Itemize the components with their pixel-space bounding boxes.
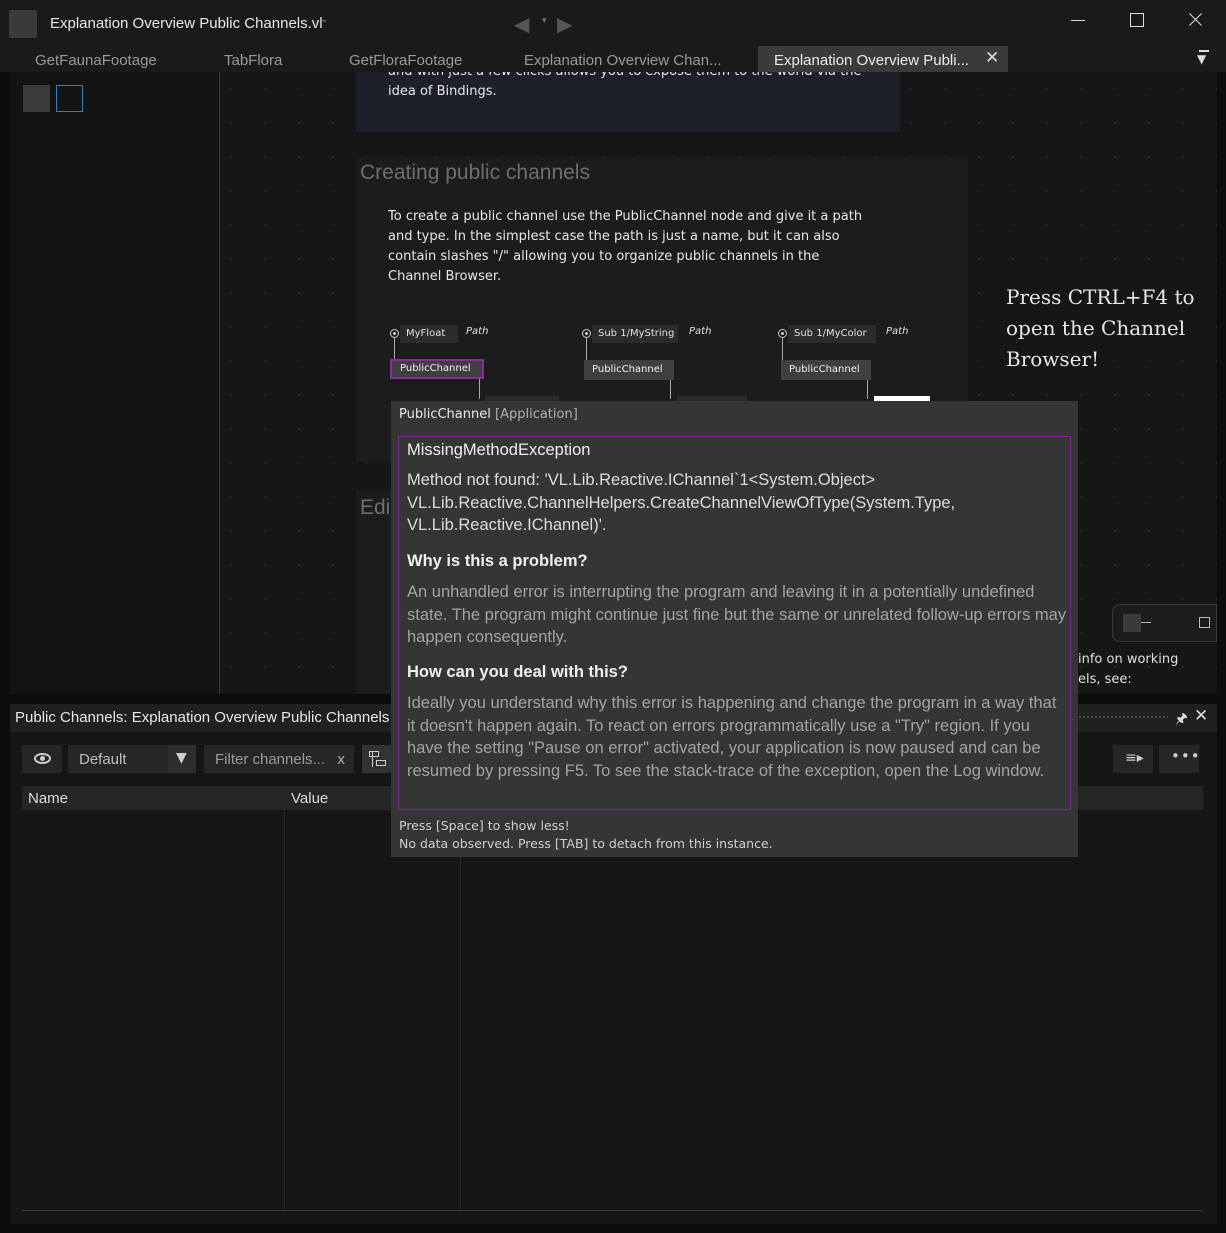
path-label: Path bbox=[689, 326, 712, 337]
tab-getfaunafootage[interactable]: GetFaunaFootage bbox=[35, 46, 157, 72]
pin-icon[interactable]: 🖈 bbox=[1175, 708, 1188, 732]
link bbox=[586, 338, 587, 360]
publicchannel-node-error[interactable]: PublicChannel bbox=[390, 359, 484, 379]
publicchannel-node[interactable]: PublicChannel bbox=[584, 360, 674, 380]
path-iobox[interactable]: Sub 1/MyColor bbox=[788, 325, 876, 343]
tree-icon bbox=[369, 751, 386, 767]
tab-close-icon[interactable]: ✕ bbox=[985, 48, 999, 68]
editing-comment: Edi bbox=[356, 490, 396, 694]
filter-channels-input[interactable] bbox=[204, 745, 354, 773]
tab-explanation-overview-channels[interactable]: Explanation Overview Chan... bbox=[524, 46, 722, 72]
column-divider[interactable] bbox=[284, 810, 285, 1210]
tree-view-button[interactable] bbox=[362, 745, 392, 773]
minimize-icon[interactable] bbox=[1066, 9, 1090, 31]
playlist-button[interactable]: ≡▸ bbox=[1113, 745, 1153, 773]
back-arrow-icon[interactable]: ◀ bbox=[514, 12, 529, 36]
tooltip-footer: No data observed. Press [TAB] to detach … bbox=[399, 836, 773, 851]
forward-arrow-icon[interactable]: ▶ bbox=[557, 12, 572, 36]
info-line: els, see: bbox=[1078, 672, 1132, 687]
info-line: info on working bbox=[1078, 652, 1179, 667]
left-panel bbox=[10, 72, 220, 694]
link bbox=[394, 338, 395, 360]
tabs-menu-icon[interactable]: ▼ bbox=[1197, 52, 1206, 66]
error-frame: MissingMethodException Method not found:… bbox=[398, 436, 1071, 810]
how-text: Ideally you understand why this error is… bbox=[407, 694, 1057, 780]
tab-getflorafootage[interactable]: GetFloraFootage bbox=[349, 46, 462, 72]
channel-browser-hint: Press CTRL+F4 to open the Channel Browse… bbox=[1006, 285, 1195, 371]
close-icon[interactable] bbox=[1183, 9, 1207, 31]
document-title[interactable]: Explanation Overview Public Channels.vl bbox=[50, 15, 323, 32]
minimize-icon[interactable] bbox=[1141, 622, 1151, 623]
tooltip-node-name: PublicChannel bbox=[399, 407, 491, 422]
section-heading: Creating public channels bbox=[360, 161, 590, 184]
column-header-value[interactable]: Value bbox=[291, 790, 328, 807]
exception-message: Method not found: 'VL.Lib.Reactive.IChan… bbox=[407, 471, 956, 534]
visibility-button[interactable] bbox=[22, 745, 62, 773]
tab-label: Explanation Overview Publi... bbox=[774, 52, 970, 69]
floating-mini-window[interactable] bbox=[1112, 604, 1217, 642]
clear-filter-button[interactable]: x bbox=[337, 752, 345, 768]
tab-explanation-overview-public[interactable]: Explanation Overview Publi... bbox=[758, 46, 1008, 72]
tooltip-node-title: PublicChannel [Application] bbox=[399, 407, 578, 422]
selected-swatch-icon[interactable] bbox=[56, 85, 83, 112]
eye-icon bbox=[34, 753, 51, 764]
title-bar: Explanation Overview Public Channels.vl … bbox=[0, 0, 1226, 46]
exception-name: MissingMethodException bbox=[407, 441, 591, 459]
app-icon[interactable] bbox=[9, 10, 37, 38]
tooltip-node-context: [Application] bbox=[495, 407, 578, 422]
section-heading: Edi bbox=[360, 496, 391, 519]
preset-value: Default bbox=[79, 751, 127, 768]
preset-dropdown[interactable]: Default ▼ bbox=[68, 745, 196, 773]
error-tooltip: PublicChannel [Application] MissingMetho… bbox=[391, 401, 1078, 857]
why-heading: Why is this a problem? bbox=[407, 552, 588, 570]
pin-icon[interactable] bbox=[390, 329, 399, 338]
tooltip-footer: Press [Space] to show less! bbox=[399, 818, 570, 833]
link bbox=[867, 380, 868, 399]
path-label: Path bbox=[466, 326, 489, 337]
maximize-icon[interactable] bbox=[1199, 617, 1210, 628]
column-header-name[interactable]: Name bbox=[28, 790, 68, 807]
document-tabs: GetFaunaFootage TabFlora GetFloraFootage… bbox=[0, 46, 1226, 72]
path-iobox[interactable]: Sub 1/MyString bbox=[592, 325, 678, 343]
section-text: To create a public channel use the Publi… bbox=[388, 209, 863, 284]
publicchannel-node[interactable]: PublicChannel bbox=[781, 360, 871, 380]
how-heading: How can you deal with this? bbox=[407, 663, 628, 681]
divider bbox=[22, 1210, 1203, 1211]
swatch-icon[interactable] bbox=[23, 85, 50, 112]
link bbox=[782, 338, 783, 360]
why-text: An unhandled error is interrupting the p… bbox=[407, 583, 1067, 646]
swatch-icon bbox=[1123, 614, 1141, 632]
path-label: Path bbox=[886, 326, 909, 337]
maximize-icon[interactable] bbox=[1125, 9, 1149, 31]
path-iobox[interactable]: MyFloat bbox=[400, 325, 458, 343]
link bbox=[479, 379, 480, 399]
intro-comment: and with just a few clicks allows you to… bbox=[356, 72, 900, 132]
pin-icon[interactable] bbox=[582, 329, 591, 338]
chevron-down-icon[interactable]: ▼ bbox=[168, 745, 196, 773]
tab-tabflora[interactable]: TabFlora bbox=[224, 46, 282, 72]
pin-icon[interactable] bbox=[778, 329, 787, 338]
title-dropdown-icon[interactable]: ⌄ bbox=[320, 14, 328, 25]
drag-handle[interactable] bbox=[1078, 715, 1168, 720]
column-divider[interactable] bbox=[460, 810, 461, 1210]
info-text: info on working els, see: bbox=[1078, 650, 1213, 690]
panel-title: Public Channels: Explanation Overview Pu… bbox=[15, 709, 390, 726]
link bbox=[670, 380, 671, 399]
intro-text: and with just a few clicks allows you to… bbox=[388, 72, 861, 99]
nav-history-dropdown-icon[interactable]: ▾ bbox=[542, 16, 547, 26]
close-icon[interactable]: ✕ bbox=[1194, 706, 1208, 726]
more-icon[interactable]: ••• bbox=[1159, 745, 1200, 773]
